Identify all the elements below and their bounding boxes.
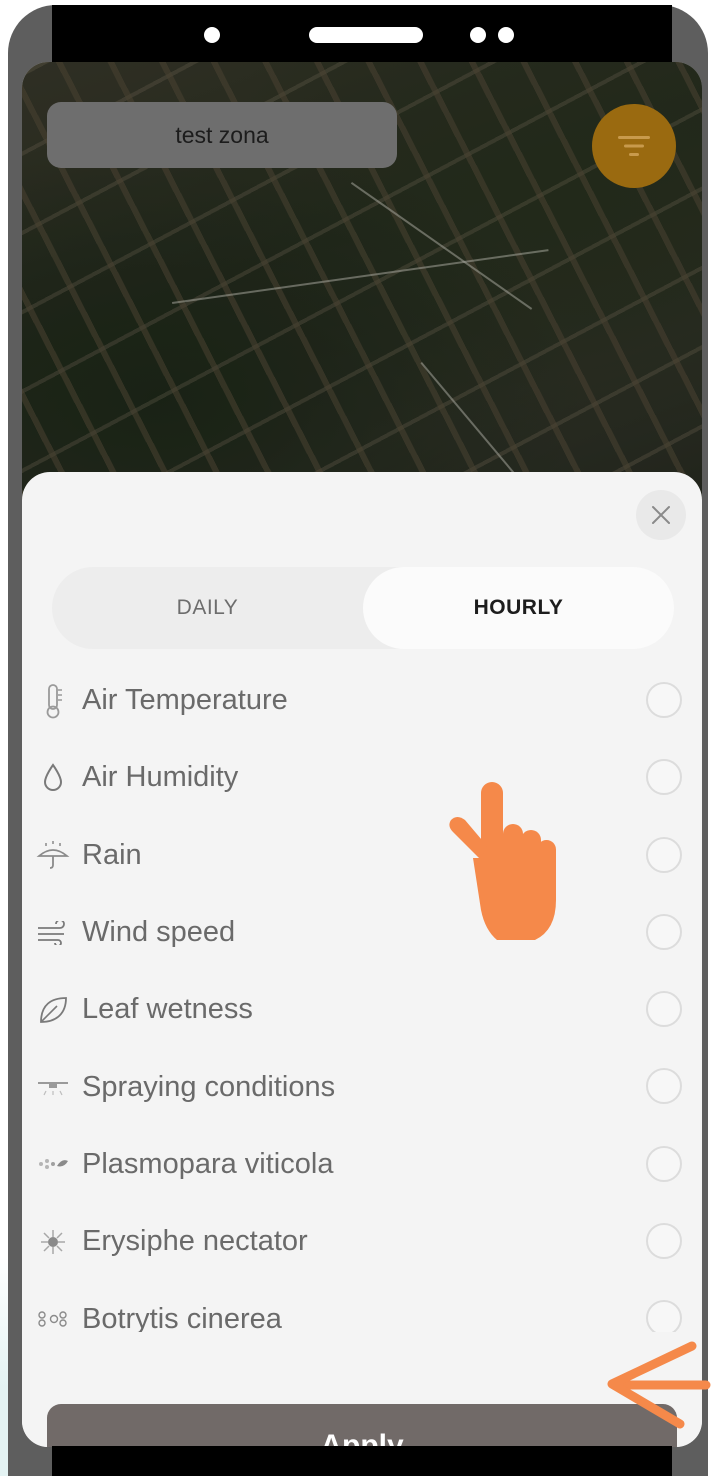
- zone-name-field[interactable]: test zona: [47, 102, 397, 168]
- list-item-air-humidity[interactable]: Air Humidity: [22, 739, 702, 816]
- umbrella-rain-icon: [32, 835, 74, 875]
- list-item-rain[interactable]: Rain: [22, 817, 702, 894]
- list-item-botrytis-cinerea[interactable]: Botrytis cinerea: [22, 1280, 702, 1332]
- radio-button[interactable]: [646, 1145, 682, 1182]
- sensor-dot: [470, 27, 486, 43]
- list-item-label: Erysiphe nectator: [82, 1225, 308, 1258]
- wind-icon: [32, 913, 74, 953]
- bottom-sheet: DAILY HOURLY Air Temperature Air Humidit…: [22, 472, 702, 1447]
- tab-hourly[interactable]: HOURLY: [363, 567, 674, 649]
- phone-bottom-bezel: [52, 1446, 672, 1476]
- pointing-hand-icon: [449, 782, 556, 940]
- tab-daily[interactable]: DAILY: [52, 567, 363, 649]
- list-item-wind-speed[interactable]: Wind speed: [22, 894, 702, 971]
- camera-dot: [204, 27, 220, 43]
- list-item-label: Air Humidity: [82, 761, 239, 794]
- list-item-label: Leaf wetness: [82, 993, 253, 1026]
- water-drop-icon: [32, 758, 74, 798]
- list-item-plasmopara-viticola[interactable]: Plasmopara viticola: [22, 1126, 702, 1203]
- list-item-label: Spraying conditions: [82, 1070, 336, 1103]
- sensor-dot: [498, 27, 514, 43]
- thermometer-icon: [32, 681, 74, 721]
- radio-button[interactable]: [646, 991, 682, 1028]
- zone-name-label: test zona: [175, 121, 269, 148]
- close-button[interactable]: [636, 490, 686, 540]
- botrytis-disease-icon: [32, 1299, 74, 1332]
- parameter-list: Air Temperature Air Humidity Rain Wind s…: [22, 662, 702, 1332]
- satellite-map[interactable]: test zona: [22, 62, 702, 542]
- phone-notch: [52, 5, 672, 65]
- list-item-label: Plasmopara viticola: [82, 1147, 334, 1180]
- interval-toggle: DAILY HOURLY: [52, 567, 674, 649]
- list-item-label: Wind speed: [82, 916, 236, 949]
- radio-button[interactable]: [646, 759, 682, 796]
- radio-button[interactable]: [646, 682, 682, 718]
- list-item-label: Rain: [82, 838, 142, 871]
- list-item-label: Air Temperature: [82, 684, 288, 717]
- list-item-label: Botrytis cinerea: [82, 1302, 282, 1332]
- radio-button[interactable]: [646, 1223, 682, 1260]
- list-item-leaf-wetness[interactable]: Leaf wetness: [22, 971, 702, 1048]
- speaker-pill: [309, 27, 423, 43]
- apply-button[interactable]: Apply: [47, 1404, 677, 1447]
- list-item-erysiphe-nectator[interactable]: Erysiphe nectator: [22, 1203, 702, 1280]
- filter-button[interactable]: [592, 104, 676, 188]
- erysiphe-disease-icon: [32, 1222, 74, 1262]
- close-icon: [652, 506, 670, 524]
- radio-button[interactable]: [646, 913, 682, 950]
- radio-button[interactable]: [646, 1300, 682, 1332]
- pointer-arrow-icon: [607, 1341, 711, 1429]
- leaf-icon: [32, 990, 74, 1030]
- list-item-spraying-conditions[interactable]: Spraying conditions: [22, 1048, 702, 1125]
- radio-button[interactable]: [646, 1068, 682, 1105]
- plasmopara-disease-icon: [32, 1144, 74, 1184]
- list-item-air-temperature[interactable]: Air Temperature: [22, 662, 702, 739]
- sprayer-drone-icon: [32, 1067, 74, 1107]
- app-screen: test zona DAILY HOURLY Air Temperature A…: [22, 62, 702, 1447]
- radio-button[interactable]: [646, 836, 682, 873]
- filter-icon: [618, 136, 650, 156]
- apply-button-label: Apply: [320, 1429, 404, 1447]
